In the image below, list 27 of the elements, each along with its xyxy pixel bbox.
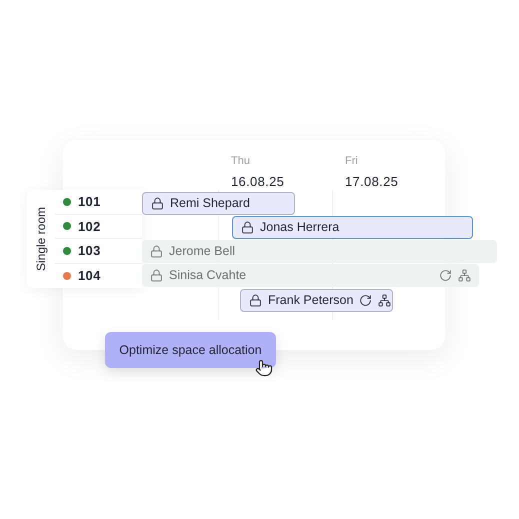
booking-bar[interactable]: Jonas Herrera (232, 216, 473, 239)
date-label: 16.08.25 (231, 172, 284, 190)
booking-bar[interactable]: Remi Shepard (142, 192, 295, 215)
room-number: 102 (78, 218, 101, 236)
guest-name: Frank Peterson (268, 292, 354, 310)
booking-bar[interactable]: Jerome Bell (142, 240, 497, 263)
guest-name: Jerome Bell (169, 243, 235, 260)
weekday-label: Thu (231, 154, 251, 169)
lock-icon (150, 245, 163, 258)
lock-icon (241, 221, 254, 234)
hand-cursor-icon (255, 359, 273, 377)
guest-name: Sinisa Cvahte (169, 267, 246, 284)
guest-name: Remi Shepard (170, 195, 250, 212)
optimize-button[interactable]: Optimize space allocation (105, 332, 276, 368)
room-group-label: Single room (33, 206, 49, 272)
date-label: 17.08.25 (345, 172, 398, 190)
room-number: 103 (78, 242, 101, 260)
lock-icon (151, 197, 164, 210)
lock-icon (150, 269, 163, 282)
weekday-label: Fri (345, 154, 359, 169)
guest-name: Jonas Herrera (260, 219, 340, 236)
room-number: 101 (78, 193, 101, 211)
hierarchy-icon[interactable] (378, 294, 392, 307)
room-number: 104 (78, 267, 101, 285)
refresh-icon[interactable] (359, 294, 372, 307)
lock-icon (249, 294, 262, 307)
booking-bar[interactable]: Frank Peterson (240, 289, 393, 312)
